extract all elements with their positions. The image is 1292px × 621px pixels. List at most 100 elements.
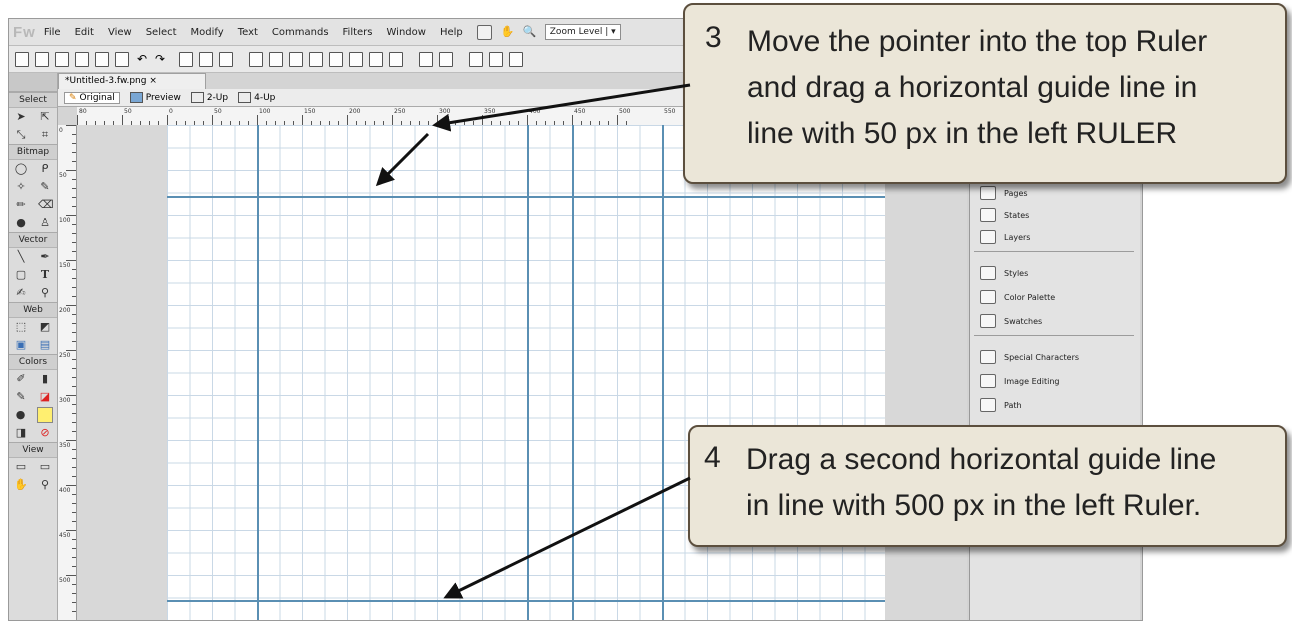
text-tool-icon[interactable]: T <box>38 268 52 282</box>
ungroup-icon[interactable] <box>269 52 283 67</box>
magic-wand-icon[interactable]: ✧ <box>14 180 28 194</box>
export-icon[interactable] <box>95 52 109 67</box>
split-icon[interactable] <box>309 52 323 67</box>
color-palette-panel-button[interactable]: Color Palette <box>980 287 1055 307</box>
blur-icon[interactable]: ● <box>14 216 28 230</box>
vertical-guide[interactable] <box>662 125 664 620</box>
styles-panel-button[interactable]: Styles <box>980 263 1028 283</box>
pencil-icon[interactable]: ✏ <box>14 198 28 212</box>
pages-panel-button[interactable]: Pages <box>980 183 1028 203</box>
states-panel-button[interactable]: States <box>980 205 1029 225</box>
redo-icon[interactable]: ↷ <box>155 52 167 66</box>
new-icon[interactable] <box>15 52 29 67</box>
menu-modify[interactable]: Modify <box>191 27 224 38</box>
vertical-guide[interactable] <box>257 125 259 620</box>
no-color-icon[interactable]: ⊘ <box>38 426 52 440</box>
undo-icon[interactable]: ↶ <box>137 52 149 66</box>
path-panel-button[interactable]: Path <box>980 395 1022 415</box>
rotate-icon[interactable] <box>469 52 483 67</box>
default-colors-icon[interactable]: ◨ <box>14 426 28 440</box>
menu-edit[interactable]: Edit <box>75 27 94 38</box>
knife-icon[interactable]: ⚲ <box>38 286 52 300</box>
save-icon[interactable] <box>35 52 49 67</box>
show-slices-icon[interactable]: ▤ <box>38 338 52 352</box>
screen-mode-icon[interactable]: ▭ <box>14 460 28 474</box>
brush-icon[interactable]: ✎ <box>38 180 52 194</box>
hand-icon[interactable]: ✋ <box>501 25 515 39</box>
zoom-tool-icon[interactable]: ⚲ <box>38 478 52 492</box>
freeform-icon[interactable]: ✍ <box>14 286 28 300</box>
ruler-left-label: 100 <box>59 217 71 224</box>
send-backward-icon[interactable] <box>369 52 383 67</box>
fill-swatch-icon[interactable] <box>36 407 53 423</box>
pen-icon[interactable]: ✒ <box>38 250 52 264</box>
swatches-panel-button[interactable]: Swatches <box>980 311 1042 331</box>
view-4up-button[interactable]: 4-Up <box>238 92 275 103</box>
ruler-top-label: 500 <box>619 108 631 115</box>
top-ruler[interactable]: 80 50 0 50 100 150 200 250 300 350 400 450 500 550 <box>77 107 767 126</box>
fill-color-icon[interactable]: ● <box>14 408 28 422</box>
rubber-stamp-icon[interactable]: ♙ <box>38 216 52 230</box>
hotspot-icon[interactable]: ⬚ <box>14 320 28 334</box>
line-icon[interactable]: ╲ <box>14 250 28 264</box>
left-ruler[interactable]: 0 50 100 150 200 250 300 350 400 450 500 <box>58 125 77 620</box>
import-icon[interactable] <box>75 52 89 67</box>
distribute-icon[interactable] <box>439 52 453 67</box>
flip-vertical-icon[interactable] <box>509 52 523 67</box>
view-original-button[interactable]: ✎ Original <box>64 91 120 104</box>
full-screen-icon[interactable]: ▭ <box>38 460 52 474</box>
menu-window[interactable]: Window <box>387 27 426 38</box>
hide-slices-icon[interactable]: ▣ <box>14 338 28 352</box>
eyedropper-icon[interactable]: ✐ <box>14 372 28 386</box>
zoom-level-select[interactable]: Zoom Level | ▾ <box>544 24 621 40</box>
menu-file[interactable]: File <box>44 27 61 38</box>
menu-view[interactable]: View <box>108 27 132 38</box>
paste-icon[interactable] <box>219 52 233 67</box>
group-icon[interactable] <box>249 52 263 67</box>
paint-bucket-icon[interactable]: ▮ <box>38 372 52 386</box>
rectangle-icon[interactable]: ▢ <box>14 268 28 282</box>
join-icon[interactable] <box>289 52 303 67</box>
bring-front-icon[interactable] <box>329 52 343 67</box>
menu-select[interactable]: Select <box>146 27 177 38</box>
menu-help[interactable]: Help <box>440 27 463 38</box>
image-editing-panel-button[interactable]: Image Editing <box>980 371 1059 391</box>
stroke-color-icon[interactable]: ✎ <box>14 390 28 404</box>
bring-forward-icon[interactable] <box>349 52 363 67</box>
marquee-icon[interactable]: ◯ <box>14 162 28 176</box>
print-icon[interactable] <box>115 52 129 67</box>
view-preview-button[interactable]: Preview <box>129 92 181 103</box>
flip-icon[interactable] <box>489 52 503 67</box>
ruler-tick <box>72 422 76 423</box>
align-icon[interactable] <box>419 52 433 67</box>
ruler-top-label: 0 <box>169 108 173 115</box>
subselect-icon[interactable]: ⇱ <box>38 110 52 124</box>
open-icon[interactable] <box>55 52 69 67</box>
send-back-icon[interactable] <box>389 52 403 67</box>
zoom-icon[interactable]: 🔍 <box>523 25 537 39</box>
menu-text[interactable]: Text <box>238 27 258 38</box>
cut-icon[interactable] <box>179 52 193 67</box>
horizontal-guide-500[interactable] <box>167 600 885 602</box>
layers-panel-button[interactable]: Layers <box>980 227 1030 247</box>
horizontal-guide-50[interactable] <box>167 196 885 198</box>
document-tab[interactable]: *Untitled-3.fw.png × <box>58 73 206 89</box>
copy-icon[interactable] <box>199 52 213 67</box>
scale-icon[interactable]: ⤡ <box>14 128 28 142</box>
ruler-tick <box>617 115 618 125</box>
vertical-guide[interactable] <box>572 125 574 620</box>
stroke-swatch-icon[interactable]: ◪ <box>38 390 52 404</box>
pointer-icon[interactable]: ➤ <box>14 110 28 124</box>
lasso-icon[interactable]: ᑭ <box>38 162 52 176</box>
menu-filters[interactable]: Filters <box>343 27 373 38</box>
eraser-icon[interactable]: ⌫ <box>38 198 54 212</box>
crop-icon[interactable]: ⌗ <box>38 128 52 142</box>
document-icon[interactable] <box>476 24 492 40</box>
menu-commands[interactable]: Commands <box>272 27 329 38</box>
special-characters-panel-button[interactable]: Special Characters <box>980 347 1079 367</box>
hand-tool-icon[interactable]: ✋ <box>14 478 28 492</box>
view-2up-button[interactable]: 2-Up <box>190 92 228 103</box>
vertical-guide[interactable] <box>527 125 529 620</box>
step-number: 3 <box>705 21 722 54</box>
slice-icon[interactable]: ◩ <box>38 320 52 334</box>
